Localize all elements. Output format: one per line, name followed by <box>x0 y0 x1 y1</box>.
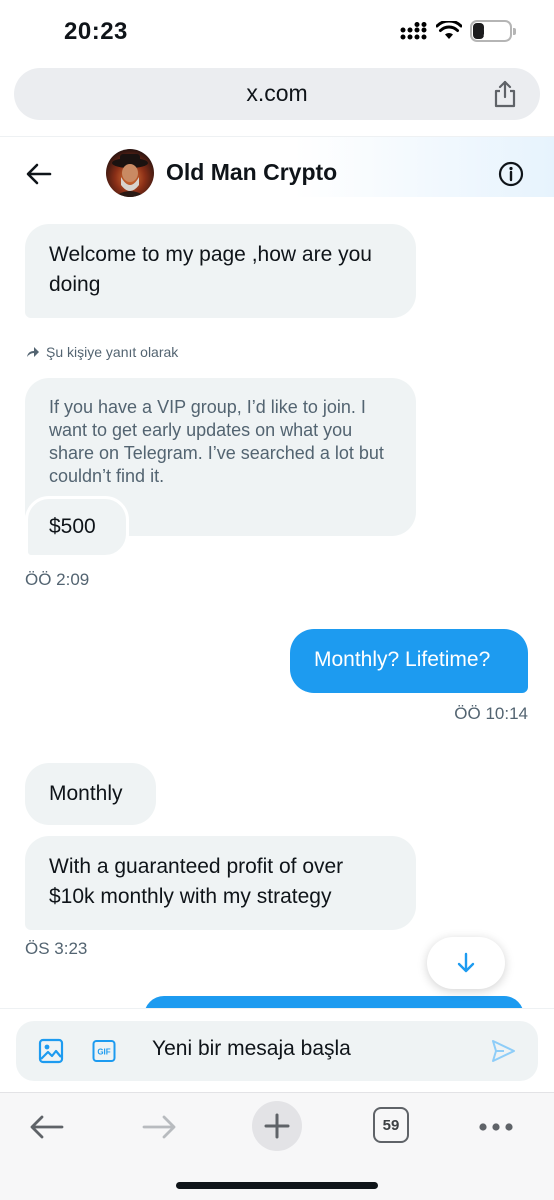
message-bubble-sent[interactable]: Monthly? Lifetime? <box>290 629 528 693</box>
message-bubble-received[interactable]: Welcome to my page ,how are you doing <box>25 224 416 318</box>
message-timestamp: ÖÖ 2:09 <box>25 570 90 589</box>
avatar[interactable] <box>106 149 154 197</box>
status-icons: 27 <box>400 20 516 42</box>
quoted-text: If you have a VIP group, I’d like to joi… <box>49 397 384 486</box>
browser-forward-icon <box>142 1115 176 1139</box>
message-composer[interactable]: GIF <box>16 1021 538 1081</box>
message-timestamp: ÖÖ 10:14 <box>454 704 528 723</box>
browser-back-button[interactable] <box>26 1107 66 1147</box>
svg-text:GIF: GIF <box>97 1048 110 1057</box>
media-icon[interactable] <box>38 1038 64 1064</box>
battery-indicator: 27 <box>470 20 516 42</box>
message-text: With a guaranteed profit of over $10k mo… <box>49 855 344 908</box>
reply-context: Şu kişiye yanıt olarak <box>26 344 178 360</box>
gif-icon[interactable]: GIF <box>92 1039 116 1063</box>
tabs-button[interactable]: 59 <box>373 1107 409 1143</box>
status-bar: 20:23 27 <box>0 0 554 64</box>
message-bubble-received[interactable]: Monthly <box>25 763 156 825</box>
share-icon[interactable] <box>492 80 518 108</box>
info-icon[interactable] <box>498 161 524 187</box>
send-icon[interactable] <box>490 1038 516 1064</box>
chevron-down-icon <box>457 952 475 973</box>
reply-label: Şu kişiye yanıt olarak <box>46 344 179 360</box>
message-input[interactable] <box>152 1037 452 1061</box>
browser-back-icon <box>30 1115 64 1139</box>
address-bar[interactable]: x.com <box>14 68 540 120</box>
url-text: x.com <box>246 80 308 106</box>
message-text: Welcome to my page ,how are you doing <box>49 243 372 296</box>
clock-time: 20:23 <box>64 18 128 45</box>
composer-area: GIF <box>0 1008 554 1092</box>
message-bubble-received[interactable]: $500 <box>25 496 129 558</box>
avatar-image <box>112 154 148 197</box>
conversation-header: Old Man Crypto <box>0 136 554 212</box>
wifi-icon <box>436 21 462 39</box>
message-text: Monthly? Lifetime? <box>314 648 491 671</box>
back-arrow-icon[interactable] <box>26 161 52 187</box>
new-tab-icon <box>264 1113 290 1139</box>
message-timestamp: ÖS 3:23 <box>25 939 88 958</box>
scroll-to-bottom-button[interactable] <box>427 937 505 989</box>
signal-icon <box>400 22 427 40</box>
browser-toolbar: 59 <box>0 1092 554 1200</box>
reply-arrow-icon <box>27 347 39 357</box>
tabs-count: 59 <box>382 1116 400 1134</box>
contact-name[interactable]: Old Man Crypto <box>166 159 337 186</box>
message-bubble-received[interactable]: With a guaranteed profit of over $10k mo… <box>25 836 416 930</box>
message-text: $500 <box>49 515 96 538</box>
battery-level: 27 <box>483 23 499 39</box>
new-tab-button[interactable] <box>252 1101 302 1151</box>
browser-forward-button[interactable] <box>140 1107 180 1147</box>
home-indicator <box>176 1182 378 1189</box>
message-text: Monthly <box>49 782 123 805</box>
more-icon <box>479 1123 513 1131</box>
more-button[interactable] <box>476 1107 516 1147</box>
